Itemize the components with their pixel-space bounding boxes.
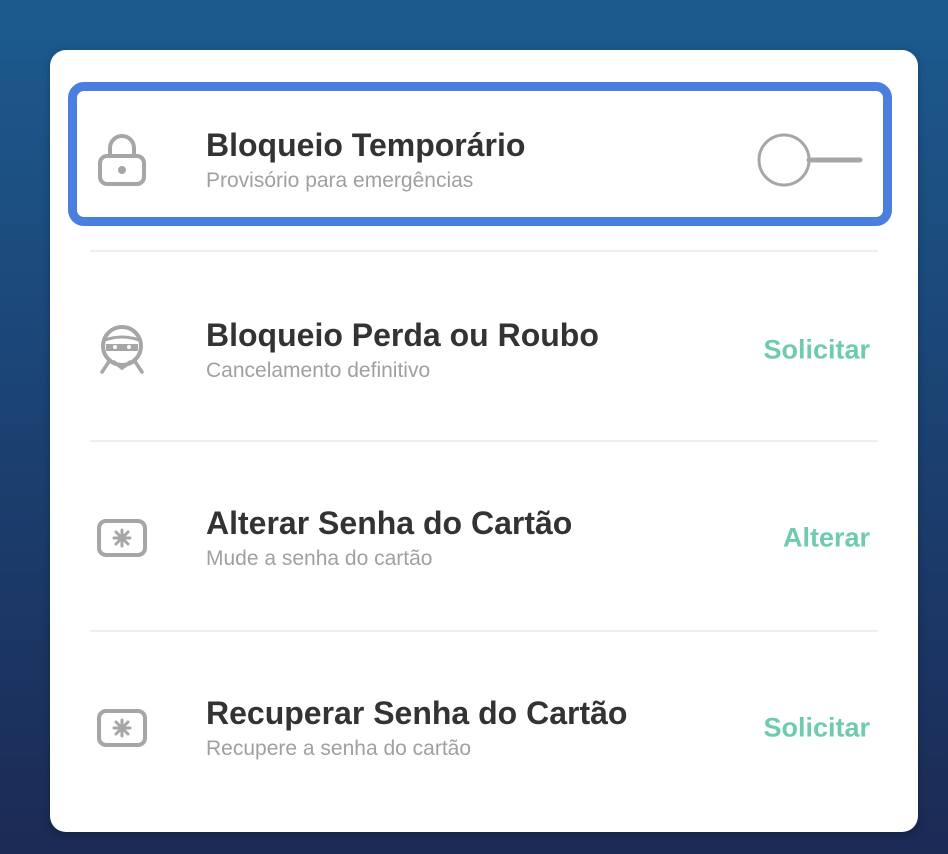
card-password-icon xyxy=(94,510,150,566)
card-password-icon xyxy=(94,700,150,756)
option-title: Alterar Senha do Cartão xyxy=(206,505,573,541)
option-texts: Recuperar Senha do Cartão Recupere a sen… xyxy=(206,693,627,763)
option-subtitle: Recupere a senha do cartão xyxy=(206,737,472,760)
option-texts: Alterar Senha do Cartão Mude a senha do … xyxy=(206,503,572,573)
lock-icon xyxy=(94,132,150,188)
option-title: Recuperar Senha do Cartão xyxy=(206,695,628,731)
option-row-temporary-block[interactable]: Bloqueio Temporário Provisório para emer… xyxy=(50,100,918,220)
option-title: Bloqueio Perda ou Roubo xyxy=(206,317,599,353)
change-button[interactable]: Alterar xyxy=(783,523,870,554)
option-subtitle: Provisório para emergências xyxy=(206,169,474,192)
temporary-block-toggle[interactable] xyxy=(756,130,866,190)
option-row-loss-theft-block[interactable]: Bloqueio Perda ou Roubo Cancelamento def… xyxy=(50,290,918,410)
divider xyxy=(90,630,878,632)
option-row-recover-card-password[interactable]: Recuperar Senha do Cartão Recupere a sen… xyxy=(50,668,918,788)
thief-icon xyxy=(94,322,150,378)
divider xyxy=(90,440,878,442)
divider xyxy=(90,250,878,252)
option-subtitle: Cancelamento definitivo xyxy=(206,359,431,382)
option-subtitle: Mude a senha do cartão xyxy=(206,547,433,570)
request-button[interactable]: Solicitar xyxy=(763,335,870,366)
option-texts: Bloqueio Temporário Provisório para emer… xyxy=(206,125,525,195)
option-row-change-card-password[interactable]: Alterar Senha do Cartão Mude a senha do … xyxy=(50,478,918,598)
request-button[interactable]: Solicitar xyxy=(763,713,870,744)
card-options-panel: Bloqueio Temporário Provisório para emer… xyxy=(50,50,918,832)
option-title: Bloqueio Temporário xyxy=(206,127,526,163)
option-texts: Bloqueio Perda ou Roubo Cancelamento def… xyxy=(206,315,599,385)
